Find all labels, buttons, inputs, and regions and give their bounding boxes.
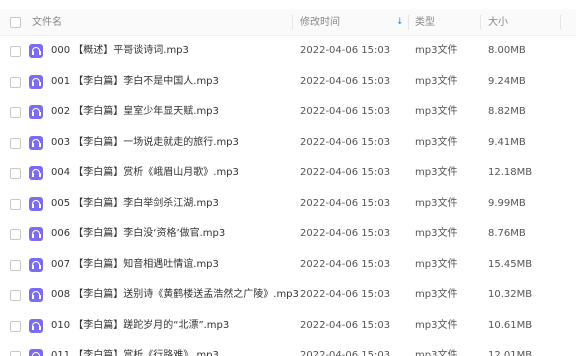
column-divider[interactable] bbox=[408, 15, 409, 30]
file-type: mp3文件 bbox=[415, 350, 458, 356]
file-size: 9.41MB bbox=[488, 136, 526, 148]
audio-file-icon bbox=[29, 74, 43, 89]
file-size: 12.18MB bbox=[488, 167, 533, 178]
file-name[interactable]: 011 【李白篇】赏析《行路难》.mp3 bbox=[51, 341, 219, 356]
file-name[interactable]: 008 【李白篇】送别诗《黄鹤楼送孟浩然之广陵》.mp3 bbox=[51, 280, 299, 310]
file-type: mp3文件 bbox=[415, 319, 458, 331]
file-size: 8.00MB bbox=[488, 45, 526, 56]
audio-file-icon bbox=[29, 318, 43, 333]
file-name[interactable]: 005 【李白篇】李白举剑杀江湖.mp3 bbox=[51, 189, 219, 219]
file-type: mp3文件 bbox=[415, 75, 458, 87]
select-all-checkbox[interactable] bbox=[10, 17, 21, 28]
column-header-size[interactable]: 大小 bbox=[488, 9, 508, 36]
file-type: mp3文件 bbox=[415, 45, 458, 56]
file-row[interactable]: 003 【李白篇】一场说走就走的旅行.mp3 2022-04-06 15:03 mp… bbox=[0, 128, 576, 159]
file-modified-date: 2022-04-06 15:03 bbox=[300, 75, 391, 87]
row-checkbox[interactable] bbox=[10, 168, 21, 179]
column-divider[interactable] bbox=[560, 15, 561, 30]
audio-file-icon bbox=[29, 288, 43, 302]
file-size: 9.99MB bbox=[488, 197, 526, 209]
file-type: mp3文件 bbox=[415, 167, 458, 178]
audio-file-icon bbox=[29, 105, 43, 119]
row-checkbox[interactable] bbox=[10, 198, 21, 210]
file-row[interactable]: 004 【李白篇】赏析《峨眉山月歌》.mp3 2022-04-06 15:03 mp… bbox=[0, 158, 576, 189]
row-checkbox[interactable] bbox=[10, 46, 21, 57]
audio-file-icon bbox=[29, 227, 43, 241]
file-type: mp3文件 bbox=[415, 136, 458, 148]
column-header-type[interactable]: 类型 bbox=[415, 9, 435, 36]
file-type: mp3文件 bbox=[415, 106, 458, 117]
file-list-header: 文件名 修改时间 ↓ 类型 大小 bbox=[0, 9, 576, 36]
file-modified-date: 2022-04-06 15:03 bbox=[300, 167, 391, 178]
file-size: 12.01MB bbox=[488, 350, 533, 356]
file-name[interactable]: 003 【李白篇】一场说走就走的旅行.mp3 bbox=[51, 128, 239, 158]
file-name[interactable]: 010 【李白篇】蹉跎岁月的“北漂”.mp3 bbox=[51, 311, 229, 341]
row-checkbox[interactable] bbox=[10, 259, 21, 271]
file-row[interactable]: 008 【李白篇】送别诗《黄鹤楼送孟浩然之广陵》.mp3 2022-04-06 1… bbox=[0, 280, 576, 311]
file-modified-date: 2022-04-06 15:03 bbox=[300, 136, 391, 148]
column-header-date[interactable]: 修改时间 bbox=[300, 9, 340, 36]
file-modified-date: 2022-04-06 15:03 bbox=[300, 228, 391, 239]
row-checkbox[interactable] bbox=[10, 320, 21, 332]
file-type: mp3文件 bbox=[415, 289, 458, 300]
file-size: 9.24MB bbox=[488, 75, 526, 87]
file-row[interactable]: 010 【李白篇】蹉跎岁月的“北漂”.mp3 2022-04-06 15:03 mp… bbox=[0, 311, 576, 342]
file-row[interactable]: 006 【李白篇】李白没‘资格’做官.mp3 2022-04-06 15:03 mp… bbox=[0, 219, 576, 250]
file-modified-date: 2022-04-06 15:03 bbox=[300, 289, 391, 300]
file-row[interactable]: 005 【李白篇】李白举剑杀江湖.mp3 2022-04-06 15:03 mp3文… bbox=[0, 189, 576, 220]
file-row[interactable]: 002 【李白篇】皇室少年显天赋.mp3 2022-04-06 15:03 mp3文… bbox=[0, 97, 576, 128]
file-type: mp3文件 bbox=[415, 258, 458, 270]
file-row[interactable]: 001 【李白篇】李白不是中国人.mp3 2022-04-06 15:03 mp3文… bbox=[0, 67, 576, 98]
file-name[interactable]: 007 【李白篇】知音相遇吐情谊.mp3 bbox=[51, 250, 219, 280]
file-size: 10.32MB bbox=[488, 289, 533, 300]
file-modified-date: 2022-04-06 15:03 bbox=[300, 319, 391, 331]
file-modified-date: 2022-04-06 15:03 bbox=[300, 45, 391, 56]
file-row[interactable]: 007 【李白篇】知音相遇吐情谊.mp3 2022-04-06 15:03 mp3文… bbox=[0, 250, 576, 281]
audio-file-icon bbox=[29, 257, 43, 272]
row-checkbox[interactable] bbox=[10, 290, 21, 301]
file-name[interactable]: 000 【概述】平哥谈诗词.mp3 bbox=[51, 36, 189, 66]
audio-file-icon bbox=[29, 349, 43, 356]
file-size: 8.82MB bbox=[488, 106, 526, 117]
breadcrumb-bar bbox=[0, 0, 576, 8]
file-type: mp3文件 bbox=[415, 228, 458, 239]
audio-file-icon bbox=[29, 196, 43, 211]
file-size: 15.45MB bbox=[488, 258, 533, 270]
file-name[interactable]: 004 【李白篇】赏析《峨眉山月歌》.mp3 bbox=[51, 158, 239, 188]
file-name[interactable]: 006 【李白篇】李白没‘资格’做官.mp3 bbox=[51, 219, 225, 249]
row-checkbox[interactable] bbox=[10, 229, 21, 240]
file-size: 10.61MB bbox=[488, 319, 533, 331]
row-checkbox[interactable] bbox=[10, 351, 21, 356]
arrow-down-icon[interactable]: ↓ bbox=[396, 17, 404, 28]
row-checkbox[interactable] bbox=[10, 76, 21, 88]
column-header-name[interactable]: 文件名 bbox=[32, 9, 62, 36]
audio-file-icon bbox=[29, 135, 43, 150]
file-modified-date: 2022-04-06 15:03 bbox=[300, 106, 391, 117]
row-checkbox[interactable] bbox=[10, 107, 21, 118]
file-type: mp3文件 bbox=[415, 197, 458, 209]
file-row[interactable]: 011 【李白篇】赏析《行路难》.mp3 2022-04-06 15:03 mp3文… bbox=[0, 341, 576, 356]
file-row[interactable]: 000 【概述】平哥谈诗词.mp3 2022-04-06 15:03 mp3文件 8.… bbox=[0, 36, 576, 67]
audio-file-icon bbox=[29, 166, 43, 180]
file-modified-date: 2022-04-06 15:03 bbox=[300, 258, 391, 270]
file-size: 8.76MB bbox=[488, 228, 526, 239]
file-name[interactable]: 001 【李白篇】李白不是中国人.mp3 bbox=[51, 67, 219, 97]
file-modified-date: 2022-04-06 15:03 bbox=[300, 350, 391, 356]
column-divider[interactable] bbox=[292, 15, 293, 30]
row-checkbox[interactable] bbox=[10, 137, 21, 149]
file-name[interactable]: 002 【李白篇】皇室少年显天赋.mp3 bbox=[51, 97, 219, 127]
file-modified-date: 2022-04-06 15:03 bbox=[300, 197, 391, 209]
audio-file-icon bbox=[29, 44, 43, 58]
column-divider[interactable] bbox=[480, 15, 481, 30]
